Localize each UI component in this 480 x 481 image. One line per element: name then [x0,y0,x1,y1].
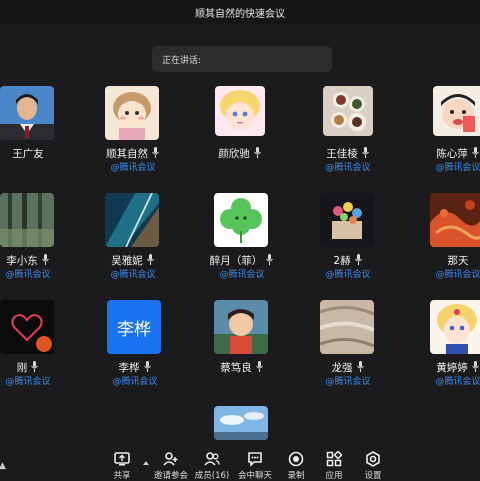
mic-icon [255,361,263,372]
anime-girl-icon [215,86,265,136]
participant-name: 李桦 [118,362,140,374]
participant-tile[interactable]: 王广友 [0,86,78,196]
settings-button[interactable]: 设置 [345,445,401,481]
clover-icon [214,193,268,247]
participant-tile[interactable] [192,406,292,442]
mic-icon [152,147,159,158]
settings-label: 设置 [364,471,382,481]
meeting-title: 顺其自然的快速会议 [195,9,285,20]
participant-tile[interactable]: 龙强 @腾讯会议 [298,300,398,410]
person-photo-icon [0,86,54,140]
mic-icon [471,147,479,158]
participant-name: 蔡笃良 [220,362,252,374]
participant-tile[interactable]: 顺其自然 @腾讯会议 [83,86,183,196]
participant-tile[interactable]: 李桦 李桦 @腾讯会议 [85,300,185,410]
anime-boy-icon [214,300,268,354]
cake-photo-icon [320,193,374,247]
participant-source: @腾讯会议 [435,377,480,387]
record-icon [288,451,304,467]
bottom-toolbar: ▲ 共享 邀请参会 成员(16) 会中聊天 录制 应用 设置 [0,445,480,481]
participant-name: 2赫 [333,255,351,267]
sailor-girl-icon [430,300,480,354]
forest-photo-icon [0,193,54,247]
participant-tile[interactable]: 颜欣驰 [190,86,290,196]
cartoon-girl-icon [105,86,159,140]
participant-source: @腾讯会议 [112,377,158,387]
participant-tile[interactable]: 吴雅妮 @腾讯会议 [83,193,183,303]
participant-name: 王广友 [12,148,44,160]
participant-source: @腾讯会议 [435,270,480,280]
participant-name: 顺其自然 [106,148,148,160]
scroll-up-icon[interactable]: ▲ [0,461,6,471]
cartoon-kid-icon [433,86,480,136]
mic-icon [354,254,362,265]
participant-name: 那天 [447,255,469,267]
participant-source: @腾讯会议 [325,163,371,173]
mic-icon [361,147,369,158]
participant-name: 王佳棱 [326,148,358,160]
mic-icon [41,254,49,265]
participant-name: 醉月（菲） [209,255,263,267]
participant-tile[interactable]: 醉月（菲） @腾讯会议 [192,193,292,303]
sky-photo-icon [214,406,268,440]
participant-source: @腾讯会议 [325,270,371,280]
participant-source: @腾讯会议 [219,270,265,280]
mic-icon [146,254,154,265]
participant-source: @腾讯会议 [110,163,156,173]
mic-icon [31,361,39,372]
participant-name: 龙强 [331,362,353,374]
mic-icon [253,147,261,158]
members-icon [204,452,220,466]
participant-name: 吴雅妮 [111,255,143,267]
participant-source: @腾讯会议 [110,270,156,280]
participant-source: @腾讯会议 [5,377,51,387]
participant-name: 颜欣驰 [218,148,250,160]
mic-icon [143,361,151,372]
food-photo-icon [323,86,373,136]
title-bar: 顺其自然的快速会议 [0,0,480,24]
participant-tile[interactable]: 黄婷婷 @腾讯会议 [408,300,480,410]
participant-tile[interactable]: 蔡笃良 [192,300,292,410]
texture-photo-icon [320,300,374,354]
participant-source: @腾讯会议 [435,163,480,173]
share-label: 共享 [113,471,131,481]
participant-source: @腾讯会议 [325,377,371,387]
settings-icon [366,451,380,467]
invite-icon [163,452,178,466]
share-screen-icon [114,452,130,466]
participant-name: 黄婷婷 [436,362,468,374]
participant-name: 李小东 [6,255,38,267]
chat-icon [248,452,262,467]
apps-icon [326,451,342,467]
participant-tile[interactable]: 那天 @腾讯会议 [408,193,480,303]
mic-icon [471,361,479,372]
participant-name: 刚 [16,362,28,374]
share-button[interactable]: 共享 [94,445,150,481]
participant-tile[interactable]: 李小东 @腾讯会议 [0,193,78,303]
seafood-photo-icon [430,193,480,247]
participant-source: @腾讯会议 [5,270,51,280]
participant-tile[interactable]: 陈心萍 @腾讯会议 [408,86,480,196]
avatar-initials: 李桦 [117,319,151,340]
speaking-indicator: 正在讲话: [152,46,332,72]
mic-icon [356,361,364,372]
participant-tile[interactable]: 2赫 @腾讯会议 [298,193,398,303]
heart-icon [0,300,54,354]
participant-tile[interactable]: 王佳棱 @腾讯会议 [298,86,398,196]
mic-icon [266,254,274,265]
name-avatar-icon: 李桦 [107,300,161,354]
participant-name: 陈心萍 [436,148,468,160]
participant-tile[interactable]: 刚 @腾讯会议 [0,300,78,410]
coast-photo-icon [105,193,159,247]
